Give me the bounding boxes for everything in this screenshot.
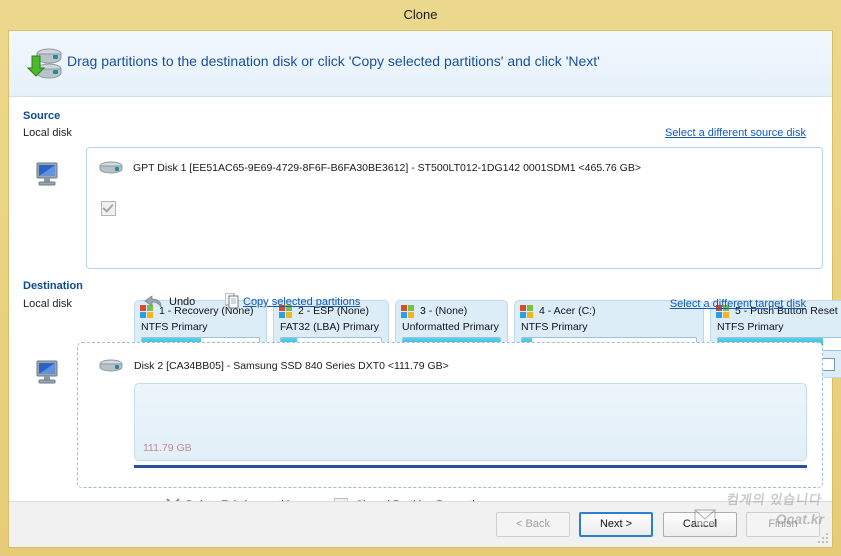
clone-window: Clone Drag partitions to the destination… — [0, 0, 841, 556]
hard-disk-icon — [98, 359, 124, 374]
partition-filesystem: NTFS Primary — [717, 321, 784, 333]
back-button[interactable]: < Back — [496, 512, 570, 537]
dialog-button-bar: < Back Next > Cancel Finish 컴게의 있습니다 Oca… — [9, 501, 832, 547]
finish-button[interactable]: Finish — [746, 512, 820, 537]
source-select-all-checkbox[interactable] — [101, 201, 116, 219]
destination-selected-underline — [134, 465, 807, 468]
select-all-checkbox-box[interactable] — [101, 201, 116, 216]
next-button[interactable]: Next > — [579, 512, 653, 537]
resize-grip-icon[interactable] — [817, 532, 829, 544]
window-title: Clone — [404, 7, 438, 22]
partition-name: 4 - Acer (C:) — [539, 305, 596, 317]
copy-pages-icon — [225, 293, 240, 309]
destination-free-capacity: 111.79 GB — [143, 442, 192, 454]
hard-disk-icon — [98, 161, 124, 176]
select-source-disk-link[interactable]: Select a different source disk — [665, 127, 806, 139]
partition-checkbox[interactable] — [822, 358, 835, 371]
partition-filesystem: NTFS Primary — [521, 321, 588, 333]
destination-disk-panel[interactable]: Disk 2 [CA34BB05] - Samsung SSD 840 Seri… — [77, 342, 823, 488]
clone-disks-icon — [27, 46, 63, 82]
partition-filesystem: FAT32 (LBA) Primary — [280, 321, 379, 333]
partition-name: 3 - (None) — [420, 305, 467, 317]
source-type-label: Local disk — [23, 127, 72, 139]
windows-partition-icon — [520, 305, 534, 318]
computer-monitor-icon — [33, 359, 63, 387]
undo-label: Undo — [169, 296, 195, 308]
computer-monitor-icon — [33, 161, 63, 189]
select-target-disk-link[interactable]: Select a different target disk — [670, 298, 806, 310]
window-title-bar: Clone — [0, 0, 841, 30]
source-section-label: Source — [23, 110, 60, 122]
copy-selected-partitions-button[interactable]: Copy selected partitions — [243, 296, 360, 308]
header-instruction: Drag partitions to the destination disk … — [67, 53, 600, 69]
source-disk-panel: GPT Disk 1 [EE51AC65-9E69-4729-8F6F-B6FA… — [86, 147, 823, 269]
windows-partition-icon — [401, 305, 415, 318]
cancel-button[interactable]: Cancel — [663, 512, 737, 537]
copy-selected-partitions-label[interactable]: Copy selected partitions — [243, 296, 360, 308]
dialog-client-area: Drag partitions to the destination disk … — [8, 30, 833, 548]
partition-filesystem: Unformatted Primary — [402, 321, 499, 333]
watermark-korean-text: 컴게의 있습니다 — [725, 489, 823, 508]
undo-button[interactable]: Undo — [169, 296, 195, 308]
partition-filesystem: NTFS Primary — [141, 321, 208, 333]
destination-disk-title: Disk 2 [CA34BB05] - Samsung SSD 840 Seri… — [134, 360, 449, 372]
destination-section-label: Destination — [23, 280, 83, 292]
undo-arrow-icon — [143, 294, 163, 310]
destination-free-space-block[interactable]: 111.79 GB — [134, 383, 807, 461]
source-disk-title: GPT Disk 1 [EE51AC65-9E69-4729-8F6F-B6FA… — [133, 162, 641, 174]
header-band: Drag partitions to the destination disk … — [9, 31, 832, 97]
destination-type-label: Local disk — [23, 298, 72, 310]
